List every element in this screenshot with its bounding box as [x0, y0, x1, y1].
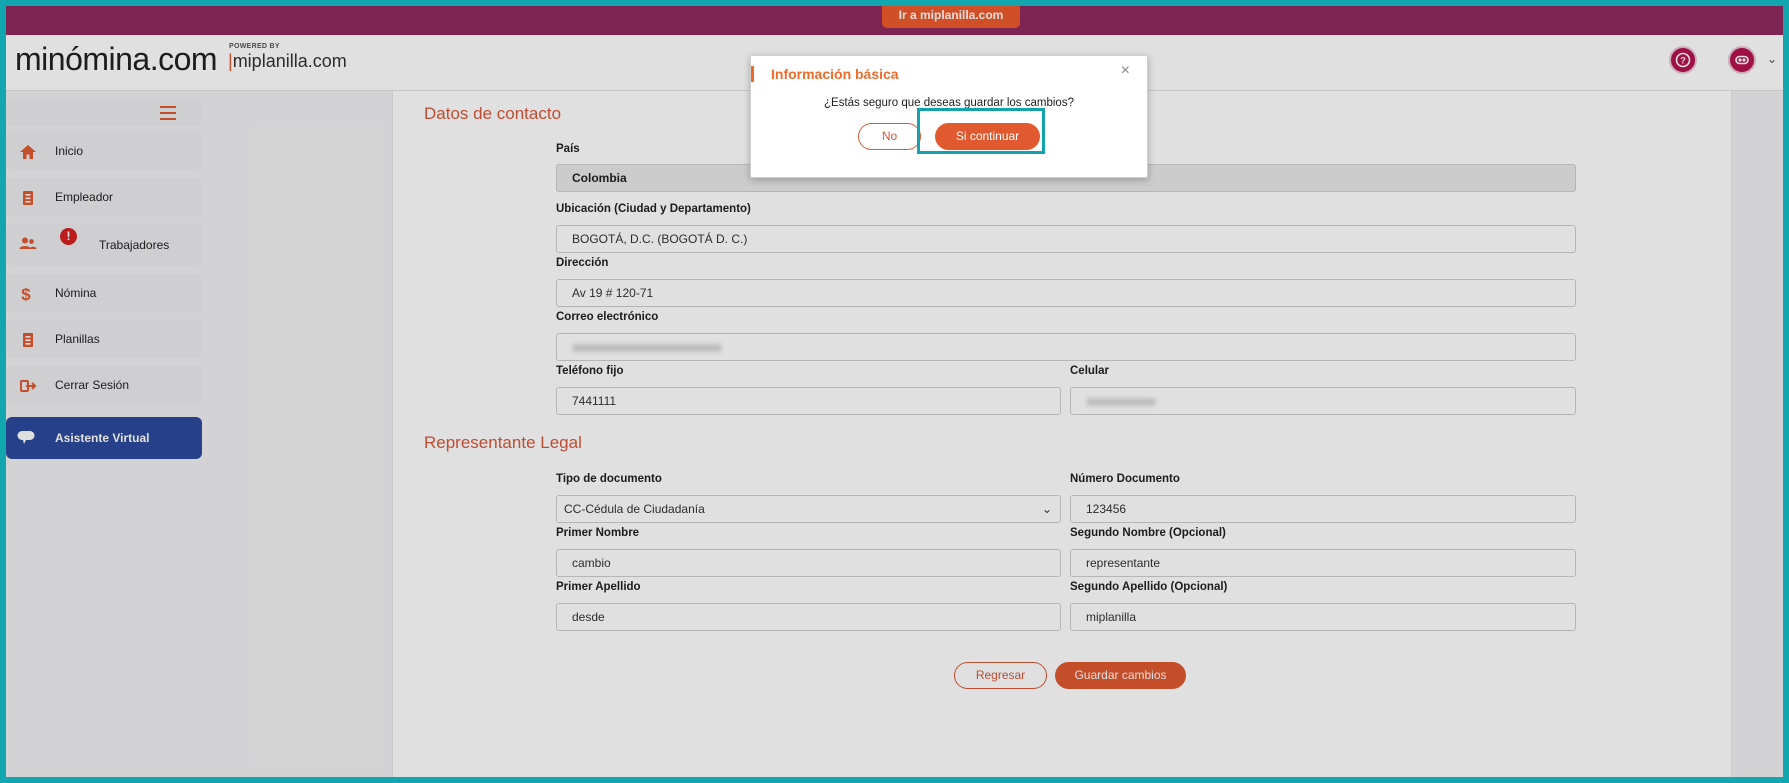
celular-field[interactable] [1070, 387, 1576, 415]
alert-badge-icon: ! [60, 228, 77, 245]
home-icon [20, 145, 36, 159]
celular-label: Celular [1070, 365, 1109, 377]
direccion-label: Dirección [556, 257, 609, 269]
chevron-down-icon[interactable]: ⌄ [1767, 52, 1777, 66]
sidebar-item-label: Inicio [55, 144, 84, 158]
num-doc-label: Número Documento [1070, 473, 1180, 485]
sidebar-toggle[interactable] [6, 100, 202, 126]
direccion-field[interactable]: Av 19 # 120-71 [556, 279, 1576, 307]
top-bar: Ir a miplanilla.com [6, 6, 1783, 35]
sidebar-item-nomina[interactable]: $ Nómina [6, 274, 202, 312]
sidebar-item-label: Asistente Virtual [55, 431, 150, 445]
sidebar-item-planillas[interactable]: Planillas [6, 320, 202, 358]
logo-miplanilla: |miplanilla.com [228, 51, 347, 72]
ubicacion-field[interactable]: BOGOTÁ, D.C. (BOGOTÁ D. C.) [556, 225, 1576, 253]
sidebar-item-label: Empleador [55, 190, 114, 204]
close-icon[interactable]: × [1121, 62, 1130, 80]
primer-nombre-field[interactable]: cambio [556, 549, 1061, 577]
hamburger-icon[interactable] [160, 106, 176, 120]
go-miplanilla-button[interactable]: Ir a miplanilla.com [882, 6, 1020, 28]
chevron-down-icon: ⌄ [1041, 502, 1052, 516]
main-panel: Datos de contacto País Colombia Ubicació… [392, 91, 1732, 777]
svg-text:?: ? [1680, 56, 1686, 66]
segundo-nombre-field[interactable]: representante [1070, 549, 1576, 577]
modal-accent-bar [751, 66, 754, 82]
sidebar-item-label: Trabajadores [99, 238, 170, 252]
sidebar-item-label: Planillas [55, 332, 100, 346]
content-area: Inicio Empleador ! Trabajadores $ Nómina… [6, 91, 1783, 777]
pais-label: País [556, 143, 580, 155]
sidebar-item-label: Cerrar Sesión [55, 378, 130, 392]
user-avatar-icon[interactable] [1728, 46, 1756, 74]
primer-nombre-label: Primer Nombre [556, 527, 640, 539]
users-icon [19, 237, 37, 249]
no-button[interactable]: No [858, 123, 921, 150]
telefono-field[interactable]: 7441111 [556, 387, 1061, 415]
logo-powered-by: POWERED BY [229, 43, 280, 50]
primer-apellido-field[interactable]: desde [556, 603, 1061, 631]
segundo-nombre-label: Segundo Nombre (Opcional) [1070, 527, 1226, 539]
sidebar: Inicio Empleador ! Trabajadores $ Nómina… [6, 91, 246, 777]
segundo-apellido-field[interactable]: miplanilla [1070, 603, 1576, 631]
svg-text:$: $ [21, 285, 31, 304]
tipo-doc-select[interactable]: CC-Cédula de Ciudadanía ⌄ [556, 495, 1061, 523]
sidebar-item-trabajadores[interactable]: ! Trabajadores [6, 224, 202, 266]
num-doc-field[interactable]: 123456 [1070, 495, 1576, 523]
help-circle-icon[interactable]: ? [1669, 46, 1697, 74]
sidebar-item-asistente-virtual[interactable]: Asistente Virtual [6, 417, 202, 459]
tipo-doc-value: CC-Cédula de Ciudadanía [564, 502, 705, 516]
segundo-apellido-label: Segundo Apellido (Opcional) [1070, 581, 1228, 593]
sidebar-item-inicio[interactable]: Inicio [6, 132, 202, 170]
contact-section-title: Datos de contacto [424, 104, 562, 123]
sidebar-item-empleador[interactable]: Empleador [6, 178, 202, 216]
correo-label: Correo electrónico [556, 311, 659, 323]
primer-apellido-label: Primer Apellido [556, 581, 641, 593]
sidebar-item-cerrar-sesion[interactable]: Cerrar Sesión [6, 366, 202, 404]
logo-miplanilla-text: miplanilla.com [232, 51, 347, 71]
chat-icon [17, 431, 35, 444]
tipo-doc-label: Tipo de documento [556, 473, 662, 485]
dollar-icon: $ [21, 285, 31, 304]
correo-field[interactable] [556, 333, 1576, 361]
document-icon [23, 191, 33, 205]
modal-title: Información básica [771, 66, 899, 82]
guardar-cambios-button[interactable]: Guardar cambios [1055, 662, 1186, 689]
sidebar-item-label: Nómina [55, 286, 97, 300]
highlight-box [917, 108, 1045, 154]
ubicacion-label: Ubicación (Ciudad y Departamento) [556, 203, 751, 215]
regresar-button[interactable]: Regresar [954, 662, 1047, 689]
logout-icon [20, 380, 37, 392]
telefono-label: Teléfono fijo [556, 365, 624, 377]
document-icon [23, 333, 33, 347]
app-frame: Ir a miplanilla.com minómina.com POWERED… [6, 6, 1783, 777]
logo-minomina: minómina.com [15, 41, 218, 77]
representante-section-title: Representante Legal [424, 433, 582, 452]
